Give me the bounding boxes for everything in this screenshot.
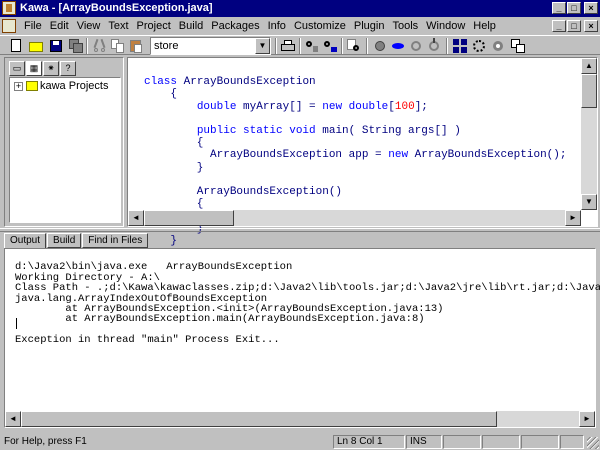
cut-icon[interactable] [92, 38, 108, 54]
status-position: Ln 8 Col 1 [333, 435, 405, 449]
project-pane: ▭ ▦ ⁕ ? + kawa Projects [4, 57, 124, 227]
toolbar: store ▼ [0, 35, 600, 55]
tab-files[interactable]: ▭ [9, 61, 25, 76]
status-pane-empty-3 [521, 435, 559, 449]
combo-dropdown-icon[interactable]: ▼ [255, 38, 270, 54]
menu-project[interactable]: Project [133, 19, 175, 33]
menu-plugin[interactable]: Plugin [350, 19, 389, 33]
menu-file[interactable]: File [20, 19, 46, 33]
status-insert-mode: INS [406, 435, 442, 449]
app-icon[interactable] [2, 1, 16, 15]
code-line: { [144, 88, 178, 101]
maximize-button[interactable]: □ [567, 2, 581, 14]
print-icon[interactable] [280, 38, 296, 54]
code-editor[interactable]: class ArrayBoundsException { double myAr… [127, 57, 598, 247]
menu-help[interactable]: Help [469, 19, 500, 33]
status-pane-empty-1 [443, 435, 481, 449]
editor-vscrollbar[interactable]: ▲ ▼ [581, 58, 597, 210]
menu-bar: File Edit View Text Project Build Packag… [0, 17, 600, 35]
tab-projects[interactable]: ▦ [26, 61, 42, 76]
menu-edit[interactable]: Edit [46, 19, 73, 33]
scroll-up-icon[interactable]: ▲ [581, 58, 597, 74]
code-line: class ArrayBoundsException [144, 76, 316, 89]
editor-hscrollbar[interactable]: ◄ ► [128, 210, 581, 226]
search-combo[interactable]: store ▼ [150, 37, 271, 55]
output-scroll-left-icon[interactable]: ◄ [5, 411, 21, 427]
paste-icon[interactable] [128, 38, 144, 54]
doc-close-button[interactable]: × [584, 20, 598, 32]
window-layout-icon[interactable] [510, 38, 526, 54]
menu-packages[interactable]: Packages [207, 19, 263, 33]
tab-output[interactable]: Output [4, 233, 47, 249]
compile-icon[interactable] [372, 38, 388, 54]
settings-icon[interactable] [471, 38, 487, 54]
menu-build[interactable]: Build [175, 19, 207, 33]
status-bar: For Help, press F1 Ln 8 Col 1 INS [0, 433, 600, 450]
folder-icon [26, 81, 38, 91]
code-line: { [144, 198, 204, 211]
pane-splitter[interactable] [0, 228, 600, 232]
output-tabs: Output Build Find in Files [4, 233, 149, 249]
editor-hscroll-thumb[interactable] [144, 210, 234, 226]
new-file-icon[interactable] [8, 38, 24, 54]
run-icon[interactable] [408, 38, 424, 54]
classpath-icon[interactable] [452, 38, 468, 54]
status-message: For Help, press F1 [4, 436, 87, 447]
tab-build[interactable]: Build [47, 233, 82, 248]
replace-icon[interactable] [322, 38, 338, 54]
output-hscroll-thumb[interactable] [21, 411, 497, 427]
save-all-icon[interactable] [68, 38, 84, 54]
output-hscrollbar[interactable]: ◄ ► [5, 411, 595, 427]
menu-window[interactable]: Window [422, 19, 469, 33]
doc-minimize-button[interactable]: _ [552, 20, 566, 32]
code-line: ArrayBoundsException() [144, 186, 343, 199]
menu-text[interactable]: Text [104, 19, 132, 33]
output-scroll-right-icon[interactable]: ► [579, 411, 595, 427]
code-line: double myArray[] = new double[100]; [196, 100, 428, 113]
code-line: ArrayBoundsException app = new ArrayBoun… [144, 149, 567, 162]
output-pane[interactable]: d:\Java2\bin\java.exe ArrayBoundsExcepti… [4, 248, 600, 428]
doc-restore-button[interactable]: □ [567, 20, 581, 32]
tree-expand-icon[interactable]: + [14, 82, 23, 91]
menu-tools[interactable]: Tools [388, 19, 422, 33]
search-combo-value[interactable]: store [154, 40, 178, 52]
copy-icon[interactable] [110, 38, 126, 54]
debug-icon[interactable] [426, 38, 442, 54]
scroll-right-icon[interactable]: ► [565, 210, 581, 226]
output-text: d:\Java2\bin\java.exe ArrayBoundsExcepti… [15, 252, 600, 346]
scroll-down-icon[interactable]: ▼ [581, 194, 597, 210]
build-icon[interactable] [390, 38, 406, 54]
tree-item-kawa-projects[interactable]: kawa Projects [40, 80, 108, 92]
resize-grip[interactable] [587, 437, 599, 449]
editor-vscroll-thumb[interactable] [581, 74, 597, 108]
status-pane-empty-2 [482, 435, 520, 449]
options-icon[interactable] [490, 38, 506, 54]
menu-view[interactable]: View [73, 19, 105, 33]
menu-info[interactable]: Info [264, 19, 290, 33]
document-icon[interactable] [2, 19, 16, 33]
tab-find-in-files[interactable]: Find in Files [82, 233, 149, 248]
window-title: Kawa - [ArrayBoundsException.java] [20, 2, 213, 14]
status-pane-empty-4 [560, 435, 584, 449]
save-icon[interactable] [48, 38, 64, 54]
menu-customize[interactable]: Customize [290, 19, 350, 33]
open-folder-icon[interactable] [28, 38, 44, 54]
output-line: at ArrayBoundsException.main(ArrayBounds… [15, 313, 425, 326]
find-icon[interactable] [304, 38, 320, 54]
scroll-left-icon[interactable]: ◄ [128, 210, 144, 226]
editor-gutter [128, 58, 142, 210]
code-line: { [144, 137, 204, 150]
project-tree: + kawa Projects [9, 77, 121, 223]
title-bar[interactable]: Kawa - [ArrayBoundsException.java] _ □ × [0, 0, 600, 17]
close-button[interactable]: × [584, 2, 598, 14]
text-caret [16, 318, 17, 329]
output-line: Exception in thread "main" Process Exit.… [15, 334, 280, 347]
find-in-files-icon[interactable] [346, 38, 362, 54]
minimize-button[interactable]: _ [552, 2, 566, 14]
tab-help[interactable]: ? [60, 61, 76, 76]
code-line: } [144, 161, 204, 174]
code-line: public static void main( String args[] ) [196, 125, 461, 138]
tab-classes[interactable]: ⁕ [43, 61, 59, 76]
